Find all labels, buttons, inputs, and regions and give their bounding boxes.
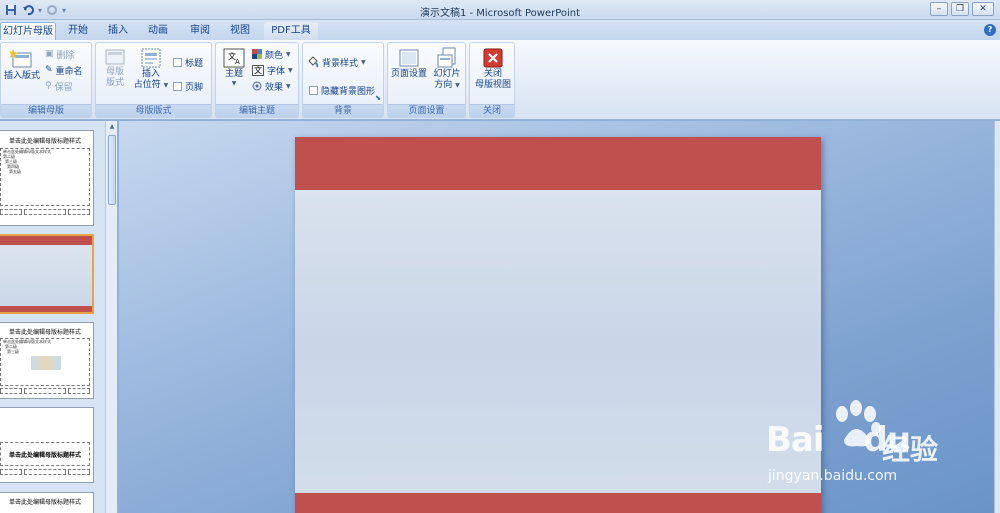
slide-canvas[interactable] [295, 137, 821, 513]
restore-icon: ❐ [955, 4, 965, 14]
thumbnail-section-header-layout[interactable]: 单击此处编辑母版标题样式 [0, 407, 94, 483]
chevron-down-icon: ▼ [286, 82, 291, 90]
chevron-down-icon: ▼ [361, 58, 366, 66]
chevron-down-icon: ▼ [231, 80, 237, 87]
chevron-down-icon: ▼ [286, 50, 291, 58]
thumbnail-red-footer [0, 306, 92, 312]
window-controls: – ❐ ✕ [930, 2, 994, 16]
master-layout-icon [105, 49, 125, 65]
chevron-down-icon: ▼ [455, 82, 460, 89]
delete-icon: ▣ [45, 49, 54, 59]
scroll-up-icon[interactable]: ▲ [106, 121, 117, 133]
checkbox-icon [173, 81, 182, 91]
rename-button[interactable]: ✎ 重命名 [45, 63, 83, 77]
svg-text:A: A [235, 58, 240, 66]
group-master-layout: 母版 版式 插入 占位符 ▼ 标题 页脚 母版版式 [95, 42, 212, 118]
tab-insert[interactable]: 插入 [100, 22, 136, 40]
hide-background-checkbox[interactable]: 隐藏背景图形 [309, 83, 375, 97]
font-icon: 文 [252, 64, 264, 76]
thumbnail-body-placeholder: 单击此处编辑母版文本样式 第二级 第三级 第四级 第五级 [0, 148, 90, 206]
themes-icon: 文A [223, 48, 245, 68]
insert-content-icons [31, 356, 61, 370]
paint-bucket-icon [308, 56, 319, 68]
thumbnail-footer [0, 469, 90, 475]
themes-button[interactable]: 文A 主题 ▼ [218, 47, 250, 87]
pin-icon: ⚲ [45, 81, 52, 91]
slide-red-header-bar [295, 137, 821, 190]
title-checkbox[interactable]: 标题 [173, 55, 203, 69]
thumbnail-title-layout[interactable] [0, 234, 94, 314]
checkbox-icon [173, 57, 182, 67]
minimize-button[interactable]: – [930, 2, 948, 16]
placeholder-icon [141, 48, 161, 68]
tab-pdf-tools[interactable]: PDF工具 [264, 22, 318, 40]
close-icon: ✕ [979, 4, 987, 14]
insert-layout-button[interactable]: 插入版式 [3, 47, 41, 82]
slide-orientation-button[interactable]: 幻灯片 方向 ▼ [430, 47, 464, 91]
checkbox-icon [309, 85, 318, 95]
thumbnail-footer [0, 209, 90, 215]
group-edit-master: 插入版式 ▣ 删除 ✎ 重命名 ⚲ 保留 编辑母版 [0, 42, 92, 118]
rename-icon: ✎ [45, 65, 53, 75]
chevron-down-icon: ▼ [288, 66, 293, 74]
workspace-scrollbar[interactable] [994, 121, 1000, 513]
watermark-url: jingyan.baidu.com [768, 468, 898, 484]
ribbon: 插入版式 ▣ 删除 ✎ 重命名 ⚲ 保留 编辑母版 母版 版式 插入 占位符 ▼ [0, 40, 1000, 120]
close-window-button[interactable]: ✕ [972, 2, 994, 16]
group-background: 背景样式 ▼ 隐藏背景图形 ⬊ 背景 [302, 42, 384, 118]
thumbnail-footer [0, 388, 90, 394]
dialog-launcher-icon[interactable]: ⬊ [375, 94, 381, 102]
restore-button[interactable]: ❐ [951, 2, 969, 16]
chevron-down-icon: ▼ [163, 82, 169, 89]
thumbnail-slide-master[interactable]: 单击此处编辑母版标题样式 单击此处编辑母版文本样式 第二级 第三级 第四级 第五… [0, 130, 94, 226]
ribbon-tabs: 幻灯片母版 开始 插入 动画 审阅 视图 PDF工具 ? [0, 20, 1000, 40]
insert-slide-icon [9, 49, 32, 68]
colors-button[interactable]: 颜色 ▼ [252, 47, 291, 61]
effects-button[interactable]: 效果 ▼ [252, 79, 291, 93]
insert-placeholder-button[interactable]: 插入 占位符 ▼ [132, 47, 170, 91]
help-icon[interactable]: ? [984, 24, 996, 36]
baidu-watermark: Bai du 经验 jingyan.baidu.com [762, 400, 992, 495]
thumbnail-red-header [0, 236, 92, 245]
page-setup-button[interactable]: 页面设置 [390, 47, 428, 80]
tab-review[interactable]: 审阅 [182, 22, 218, 40]
window-title: 演示文稿1 - Microsoft PowerPoint [419, 8, 581, 19]
minimize-icon: – [936, 4, 942, 14]
background-styles-button[interactable]: 背景样式 ▼ [307, 55, 366, 69]
thumbnail-body-placeholder: 单击此处编辑母版文本样式 第二级 第三级 [0, 338, 90, 386]
thumbnail-content-layout[interactable]: 单击此处编辑母版标题样式 单击此处编辑母版文本样式 第二级 第三级 [0, 322, 94, 399]
thumbnail-scrollbar[interactable]: ▲ [105, 121, 117, 513]
close-master-view-button[interactable]: 关闭 母版视图 [472, 47, 514, 91]
thumbnail-title-placeholder: 单击此处编辑母版标题样式 [0, 442, 90, 466]
preserve-button[interactable]: ⚲ 保留 [45, 79, 73, 93]
close-master-icon [483, 48, 503, 68]
scrollbar-thumb[interactable] [108, 135, 116, 205]
tab-slide-master[interactable]: 幻灯片母版 [0, 22, 56, 40]
group-page-setup: 页面设置 幻灯片 方向 ▼ 页面设置 [387, 42, 466, 118]
group-edit-theme: 文A 主题 ▼ 颜色 ▼ 文 字体 ▼ 效果 ▼ 编辑主题 [215, 42, 299, 118]
tab-view[interactable]: 视图 [222, 22, 258, 40]
tab-home[interactable]: 开始 [60, 22, 96, 40]
slide-red-footer-bar [295, 493, 821, 513]
master-layout-button[interactable]: 母版 版式 [100, 47, 130, 89]
delete-button[interactable]: ▣ 删除 [45, 47, 75, 61]
tab-animations[interactable]: 动画 [140, 22, 176, 40]
color-palette-icon [252, 49, 262, 59]
slide-thumbnail-pane[interactable]: 单击此处编辑母版标题样式 单击此处编辑母版文本样式 第二级 第三级 第四级 第五… [0, 121, 118, 513]
effects-icon [252, 81, 262, 91]
thumbnail-two-content-layout[interactable]: 单击此处编辑母版标题样式 [0, 492, 94, 513]
footers-checkbox[interactable]: 页脚 [173, 79, 203, 93]
watermark-cn: 经验 [882, 433, 939, 466]
fonts-button[interactable]: 文 字体 ▼ [252, 63, 293, 77]
orientation-icon [437, 47, 456, 68]
title-bar: ▾ ▾ 演示文稿1 - Microsoft PowerPoint – ❐ ✕ [0, 0, 1000, 20]
group-close: 关闭 母版视图 关闭 [469, 42, 515, 118]
page-setup-icon [399, 49, 419, 67]
